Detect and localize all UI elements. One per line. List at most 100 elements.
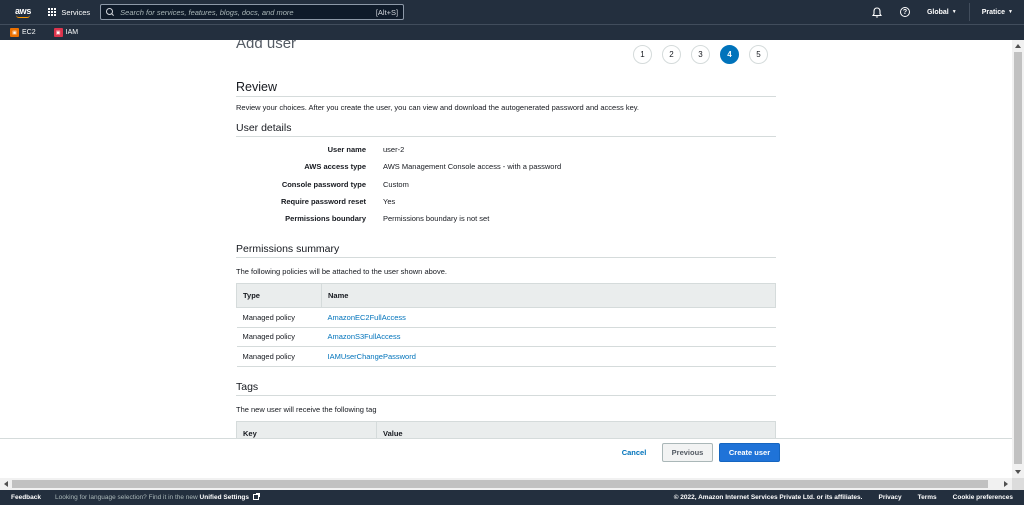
favorite-ec2[interactable]: ▣ EC2 <box>10 28 36 37</box>
policy-name-cell: AmazonS3FullAccess <box>321 327 776 347</box>
detail-value: user-2 <box>383 145 405 154</box>
vertical-scrollbar[interactable] <box>1012 40 1024 478</box>
detail-label: Permissions boundary <box>285 214 366 223</box>
step-1[interactable]: 1 <box>633 45 652 64</box>
main-content: Add user 1 2 3 4 5 Review Review your ch… <box>0 40 1012 438</box>
table-row: Managed policy AmazonEC2FullAccess <box>236 307 776 328</box>
favorite-iam[interactable]: ▣ IAM <box>53 28 79 37</box>
favorite-label: EC2 <box>22 29 36 36</box>
vertical-scroll-thumb[interactable] <box>1014 52 1022 464</box>
detail-value: Custom <box>383 180 409 189</box>
tags-description: The new user will receive the following … <box>236 405 377 414</box>
language-hint: Looking for language selection? Find it … <box>55 493 260 501</box>
policy-type-cell: Managed policy <box>236 346 322 367</box>
horizontal-scrollbar[interactable] <box>0 478 1012 490</box>
caret-down-icon: ▼ <box>951 9 957 15</box>
policy-link[interactable]: AmazonEC2FullAccess <box>328 313 406 322</box>
search-input[interactable] <box>120 7 376 17</box>
permissions-table: Type Name Managed policy AmazonEC2FullAc… <box>236 283 776 367</box>
detail-label: User name <box>327 145 366 154</box>
policy-name-cell: IAMUserChangePassword <box>321 346 776 367</box>
detail-label: Require password reset <box>280 197 366 206</box>
policy-link[interactable]: AmazonS3FullAccess <box>328 332 401 341</box>
step-3[interactable]: 3 <box>691 45 710 64</box>
policy-type-cell: Managed policy <box>236 327 322 347</box>
bell-icon[interactable] <box>871 6 883 18</box>
tags-heading: Tags <box>236 381 776 396</box>
detail-row-permissions-boundary: Permissions boundary Permissions boundar… <box>236 214 776 226</box>
column-header-type[interactable]: Type <box>236 283 322 308</box>
detail-row-password-reset: Require password reset Yes <box>236 197 776 209</box>
permissions-description: The following policies will be attached … <box>236 267 447 276</box>
detail-value: AWS Management Console access - with a p… <box>383 162 562 171</box>
page-title: Add user <box>236 40 297 52</box>
account-menu[interactable]: Pratice ▼ <box>982 9 1013 16</box>
column-header-value[interactable]: Value <box>376 421 776 438</box>
table-row: Managed policy IAMUserChangePassword <box>236 346 776 367</box>
top-navigation: aws Services [Alt+S] ? Global ▼ Pratice … <box>0 0 1024 24</box>
nav-right-group: ? Global ▼ Pratice ▼ <box>871 0 1024 24</box>
scroll-up-icon[interactable] <box>1015 44 1021 48</box>
detail-row-user-name: User name user-2 <box>236 145 776 157</box>
detail-value: Permissions boundary is not set <box>383 214 490 223</box>
region-menu[interactable]: Global ▼ <box>927 9 957 16</box>
copyright-text: © 2022, Amazon Internet Services Private… <box>673 494 863 501</box>
services-menu-button[interactable]: Services <box>48 8 90 17</box>
horizontal-scroll-thumb[interactable] <box>12 480 988 488</box>
footer-right-group: © 2022, Amazon Internet Services Private… <box>658 494 1013 501</box>
services-label: Services <box>61 7 91 17</box>
detail-value: Yes <box>383 197 396 206</box>
review-description: Review your choices. After you create th… <box>236 103 640 112</box>
nav-divider <box>968 3 970 21</box>
step-2[interactable]: 2 <box>662 45 681 64</box>
scroll-down-icon[interactable] <box>1015 470 1021 474</box>
table-row: Managed policy AmazonS3FullAccess <box>236 327 776 347</box>
console-footer: Feedback Looking for language selection?… <box>0 490 1024 505</box>
unified-settings-link[interactable]: Unified Settings <box>200 494 249 501</box>
language-hint-text: Looking for language selection? Find it … <box>55 494 198 501</box>
detail-row-access-type: AWS access type AWS Management Console a… <box>236 162 776 174</box>
ec2-icon: ▣ <box>10 28 19 37</box>
column-header-key[interactable]: Key <box>236 421 377 438</box>
search-box[interactable]: [Alt+S] <box>100 4 405 20</box>
step-4-active[interactable]: 4 <box>720 45 739 64</box>
aws-smile-icon <box>16 15 30 18</box>
create-user-button[interactable]: Create user <box>719 443 780 462</box>
account-label: Pratice <box>981 8 1006 16</box>
scrollbar-corner <box>1012 478 1024 490</box>
feedback-link[interactable]: Feedback <box>11 494 41 501</box>
privacy-link[interactable]: Privacy <box>878 494 901 501</box>
favorite-label: IAM <box>65 29 79 36</box>
policy-link[interactable]: IAMUserChangePassword <box>328 352 416 361</box>
previous-button[interactable]: Previous <box>662 443 713 462</box>
policy-type-cell: Managed policy <box>236 307 322 328</box>
detail-label: AWS access type <box>304 162 366 171</box>
scroll-right-icon[interactable] <box>1004 481 1008 487</box>
search-shortcut-hint: [Alt+S] <box>375 7 399 17</box>
scroll-left-icon[interactable] <box>4 481 8 487</box>
cookie-preferences-link[interactable]: Cookie preferences <box>953 494 1013 501</box>
aws-logo[interactable]: aws <box>10 3 36 21</box>
step-indicator: 1 2 3 4 5 <box>633 45 778 64</box>
help-icon[interactable]: ? <box>899 6 911 18</box>
wizard-action-bar: Cancel Previous Create user <box>0 438 1012 465</box>
cancel-button[interactable]: Cancel <box>612 443 656 462</box>
terms-link[interactable]: Terms <box>918 494 937 501</box>
table-header-row: Key Value <box>236 421 776 438</box>
iam-icon: ▣ <box>53 28 63 37</box>
policy-name-cell: AmazonEC2FullAccess <box>321 307 776 328</box>
grid-icon <box>48 7 57 17</box>
search-icon <box>106 8 114 16</box>
permissions-summary-heading: Permissions summary <box>236 243 776 258</box>
column-header-name[interactable]: Name <box>321 283 776 308</box>
step-5[interactable]: 5 <box>749 45 768 64</box>
favorites-bar: ▣ EC2 ▣ IAM <box>0 24 1024 40</box>
tags-table: Key Value <box>236 421 776 438</box>
caret-down-icon: ▼ <box>1008 9 1013 15</box>
external-link-icon <box>252 493 260 500</box>
detail-label: Console password type <box>281 180 366 189</box>
detail-row-password-type: Console password type Custom <box>236 180 776 192</box>
review-heading: Review <box>236 80 776 97</box>
table-header-row: Type Name <box>236 283 776 308</box>
region-label: Global <box>926 8 949 16</box>
